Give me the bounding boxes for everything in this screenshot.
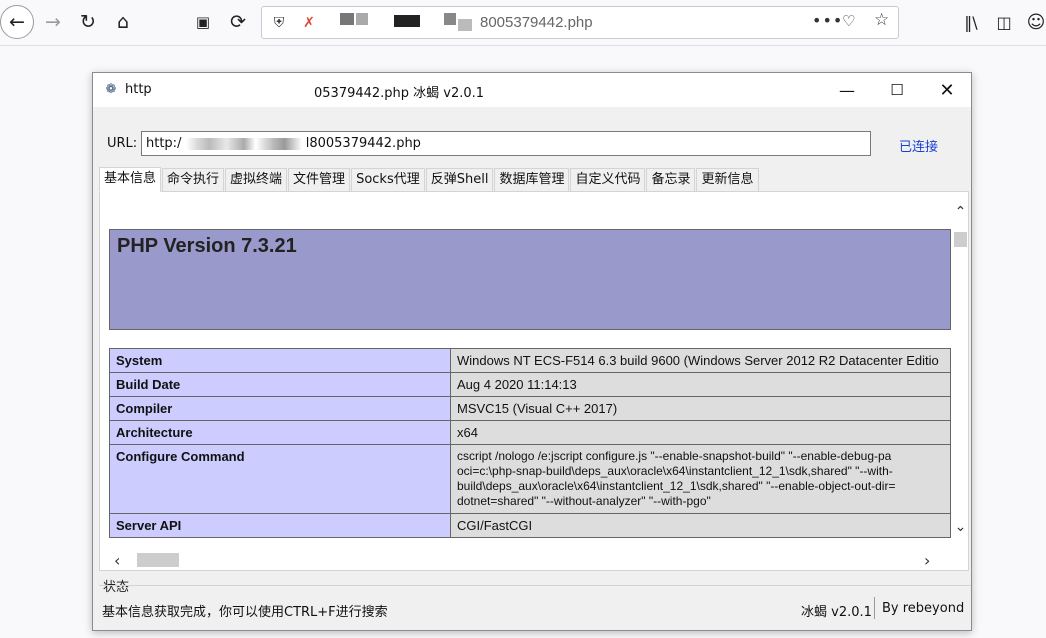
pocket-icon[interactable]: ♡	[842, 12, 855, 30]
url-text[interactable]: 8005379442.php	[480, 14, 593, 31]
redacted-title-part	[151, 81, 303, 99]
library-icon[interactable]: ‖\	[955, 6, 987, 38]
window-title: 05379442.php 冰蝎 v2.0.1	[314, 86, 485, 101]
tab-socks-proxy[interactable]: Socks代理	[351, 168, 425, 192]
minimize-icon[interactable]: —	[824, 73, 870, 107]
table-row: Server API CGI/FastCGI	[109, 513, 951, 538]
status-divider	[99, 585, 971, 586]
close-icon[interactable]: ✕	[924, 73, 970, 107]
chevron-up-icon[interactable]: ⌃	[952, 204, 968, 220]
phpinfo-table: System Windows NT ECS-F514 6.3 build 960…	[109, 348, 951, 538]
table-row: System Windows NT ECS-F514 6.3 build 960…	[109, 348, 951, 373]
maximize-icon[interactable]: ☐	[874, 73, 920, 107]
home-icon[interactable]: ⌂	[107, 6, 139, 38]
chevron-left-icon[interactable]: ‹	[114, 551, 120, 570]
back-arrow-icon[interactable]: ←	[0, 5, 34, 39]
window-titlebar[interactable]: ❁ http: 05379442.php 冰蝎 v2.0.1 — ☐ ✕	[93, 73, 971, 107]
forward-arrow-icon[interactable]: →	[37, 6, 69, 38]
redacted-url-part	[458, 19, 472, 31]
row-key: Compiler	[109, 396, 451, 421]
redacted-url-part	[356, 13, 368, 25]
row-key: Architecture	[109, 420, 451, 445]
tracking-shield-icon[interactable]: ⛨	[268, 11, 290, 35]
account-icon[interactable]: ☺	[1020, 6, 1046, 38]
tab-custom-code[interactable]: 自定义代码	[570, 168, 646, 192]
address-bar[interactable]: ⛨ ✗ 8005379442.php ••• ♡ ☆	[261, 6, 899, 39]
row-value: Aug 4 2020 11:14:13	[450, 372, 951, 397]
tab-database[interactable]: 数据库管理	[494, 168, 570, 192]
app-icon: ❁	[105, 81, 117, 97]
sidebar-icon[interactable]: ◫	[988, 6, 1020, 38]
row-value: CGI/FastCGI	[450, 513, 951, 538]
url-field-prefix: http:/	[146, 136, 182, 151]
row-value: x64	[450, 420, 951, 445]
row-key: Configure Command	[109, 444, 451, 514]
tab-notes[interactable]: 备忘录	[646, 168, 696, 192]
tab-bar: 基本信息 命令执行 虚拟终端 文件管理 Socks代理 反弹Shell 数据库管…	[99, 167, 760, 192]
table-row: Architecture x64	[109, 420, 951, 445]
row-value: Windows NT ECS-F514 6.3 build 9600 (Wind…	[450, 348, 951, 373]
scroll-thumb[interactable]	[954, 232, 967, 247]
connection-status[interactable]: 已连接	[899, 136, 938, 155]
info-panel: PHP Version 7.3.21 System Windows NT ECS…	[99, 191, 969, 571]
redacted-url-part	[444, 13, 456, 25]
insecure-lock-icon[interactable]: ✗	[298, 11, 320, 35]
redacted-url-part	[340, 13, 354, 25]
tab-basic-info[interactable]: 基本信息	[99, 167, 162, 192]
url-label: URL:	[107, 136, 138, 151]
redacted-url-part	[394, 15, 420, 27]
scroll-thumb[interactable]	[137, 553, 179, 567]
status-message: 基本信息获取完成，你可以使用CTRL+F进行搜索	[102, 605, 388, 620]
redacted-url-part	[185, 137, 302, 150]
tab-reverse-shell[interactable]: 反弹Shell	[425, 168, 494, 192]
footer-author: By rebeyond	[882, 601, 965, 616]
row-value: MSVC15 (Visual C++ 2017)	[450, 396, 951, 421]
bookmark-star-icon[interactable]: ☆	[874, 10, 889, 30]
footer-version: 冰蝎 v2.0.1	[801, 605, 872, 620]
reload-icon[interactable]: ↻	[72, 6, 104, 38]
row-key: Server API	[109, 513, 451, 538]
behinder-window: ❁ http: 05379442.php 冰蝎 v2.0.1 — ☐ ✕ URL…	[92, 72, 972, 631]
url-field[interactable]: http:/ l8005379442.php	[141, 131, 871, 156]
horizontal-scrollbar[interactable]: ‹ ›	[100, 550, 952, 570]
tab-update-info[interactable]: 更新信息	[696, 168, 759, 192]
table-row: Build Date Aug 4 2020 11:14:13	[109, 372, 951, 397]
tab-file-manager[interactable]: 文件管理	[288, 168, 351, 192]
php-version-title: PHP Version 7.3.21	[117, 235, 297, 257]
row-value: cscript /nologo /e:jscript configure.js …	[450, 444, 951, 514]
footer-divider	[874, 597, 875, 619]
history-icon[interactable]: ⟳	[222, 6, 254, 38]
tab-command-exec[interactable]: 命令执行	[162, 168, 225, 192]
more-actions-icon[interactable]: •••	[812, 11, 843, 30]
row-key: Build Date	[109, 372, 451, 397]
vertical-scrollbar[interactable]: ⌃ ⌄	[952, 192, 968, 549]
php-header: PHP Version 7.3.21	[109, 229, 951, 330]
chevron-right-icon[interactable]: ›	[924, 551, 930, 570]
browser-toolbar: ← → ↻ ⌂ ▣ ⟳ ⛨ ✗ 8005379442.php ••• ♡ ☆ ‖…	[0, 0, 1046, 46]
screenshot-icon[interactable]: ▣	[187, 6, 219, 38]
chevron-down-icon[interactable]: ⌄	[952, 519, 968, 535]
url-field-suffix: l8005379442.php	[305, 136, 421, 151]
tab-virtual-terminal[interactable]: 虚拟终端	[225, 168, 288, 192]
row-key: System	[109, 348, 451, 373]
table-row: Configure Command cscript /nologo /e:jsc…	[109, 444, 951, 514]
table-row: Compiler MSVC15 (Visual C++ 2017)	[109, 396, 951, 421]
